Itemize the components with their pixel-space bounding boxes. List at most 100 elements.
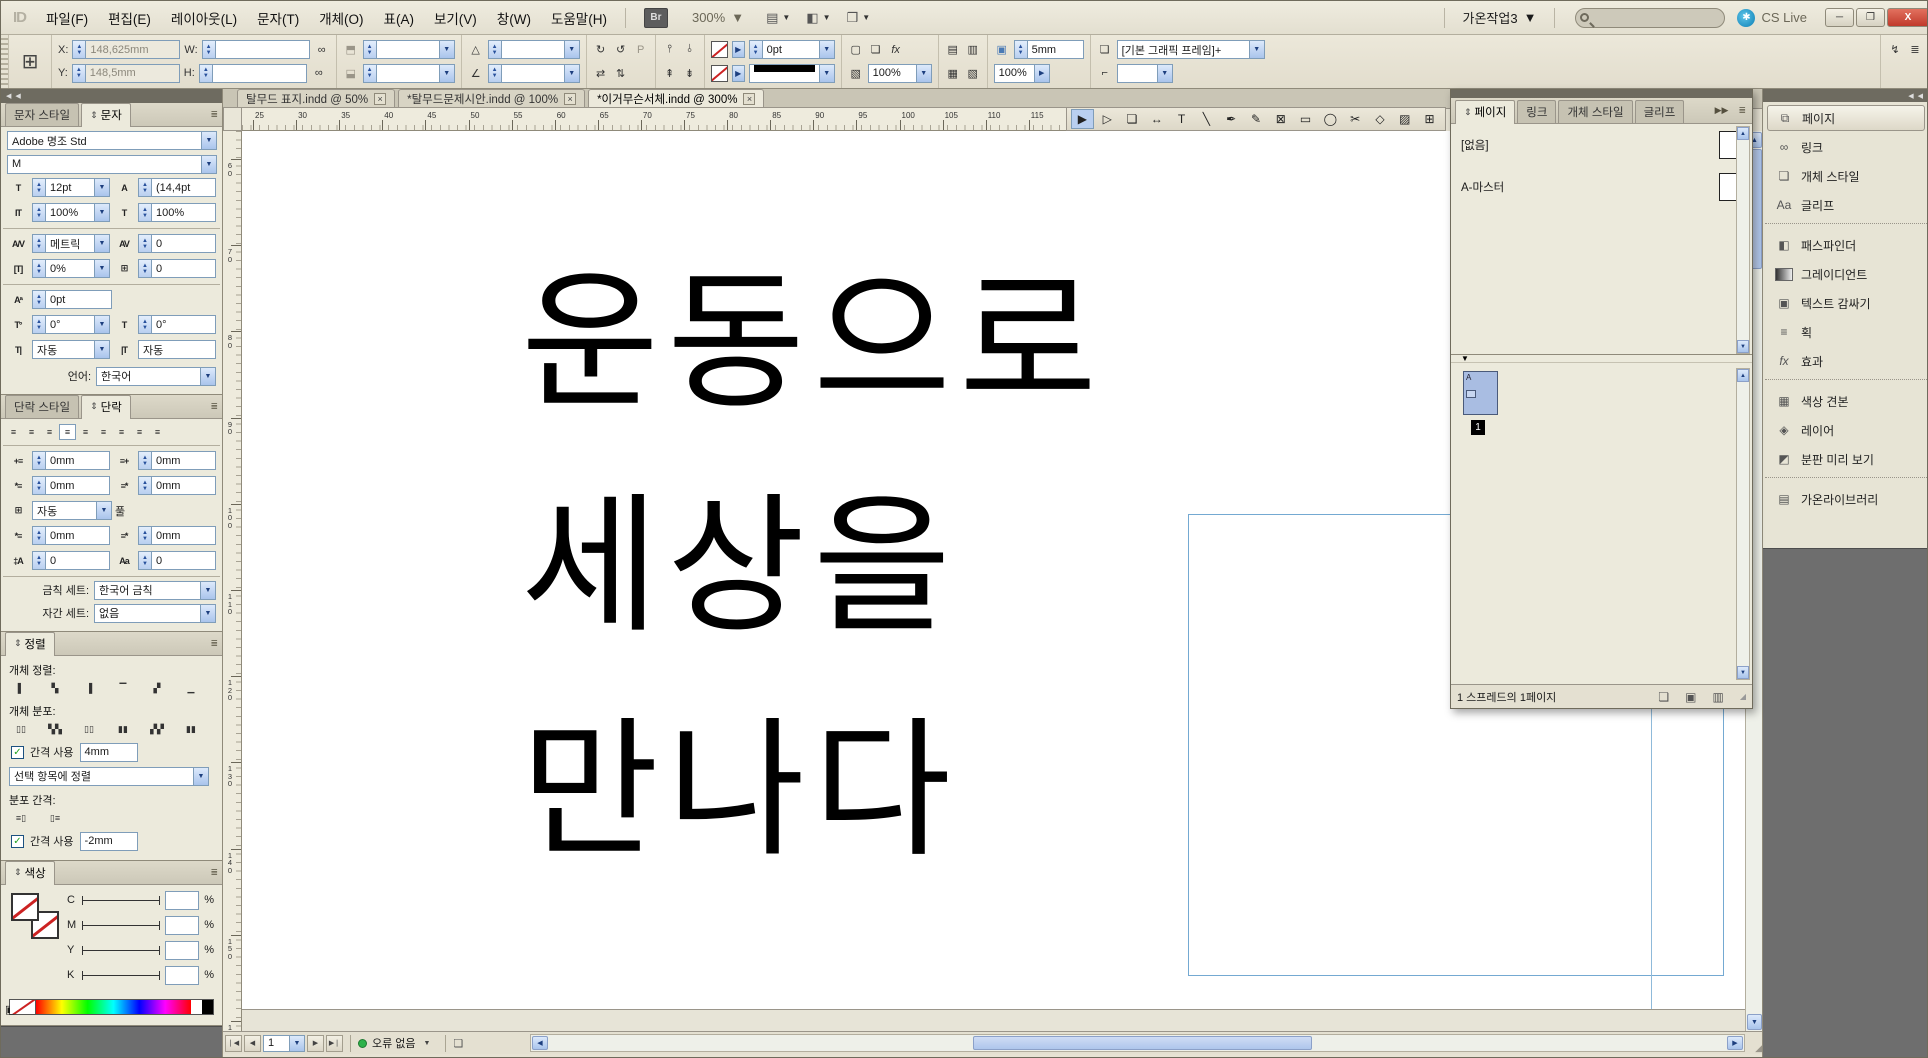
select-previous-button[interactable]: ⇞ [662, 65, 678, 81]
distribute-object-button-0[interactable]: ▯▯ [11, 721, 31, 738]
x-position-field[interactable]: ▲▼ 148,625mm [72, 40, 180, 59]
character-rotation-field[interactable]: ▲▼0°▼ [32, 315, 110, 334]
workspace-switcher[interactable]: 가온작업3 ▼ [1453, 8, 1547, 27]
first-line-indent-field[interactable]: ▲▼0mm [32, 476, 110, 495]
scroll-right-button[interactable]: ▶ [1727, 1036, 1743, 1050]
spinner[interactable]: ▲▼ [139, 316, 152, 333]
new-spread-button[interactable]: ❏ [1658, 690, 1669, 704]
pencil-tool[interactable]: ✎ [1245, 109, 1268, 129]
aki-before-field[interactable]: 자동▼ [32, 340, 110, 359]
tracking-field[interactable]: ▲▼0 [138, 234, 216, 253]
channel-slider[interactable] [82, 895, 160, 906]
paragraph-align-button-6[interactable]: ≡ [113, 424, 130, 440]
spinner[interactable]: ▲▼ [33, 179, 46, 196]
scale-x-combo[interactable]: ▲▼▼ [363, 40, 455, 59]
distribute-object-button-2[interactable]: ▯▯ [79, 721, 99, 738]
restore-button[interactable]: ❐ [1856, 8, 1885, 27]
aki-after-field[interactable]: 자동 [138, 340, 216, 359]
document-tab[interactable]: *이거무슨서체.indd @ 300%× [588, 89, 764, 108]
master-row[interactable]: A-마스터 [1451, 166, 1752, 208]
kerning-field[interactable]: ▲▼메트릭▼ [32, 234, 110, 253]
align-object-button-5[interactable]: ▁ [181, 680, 201, 697]
close-icon[interactable]: × [564, 93, 576, 105]
gap-tool[interactable]: ↔ [1145, 109, 1168, 129]
spinner[interactable]: ▲▼ [33, 552, 46, 569]
spinner[interactable]: ▲▼ [33, 260, 46, 277]
dock-item-separations-preview[interactable]: ◩분판 미리 보기 [1767, 446, 1925, 472]
flip-horizontal-button[interactable]: ⇄ [593, 65, 609, 81]
color-spectrum-bar[interactable] [9, 999, 214, 1015]
dock-item-pathfinder[interactable]: ◧패스파인더 [1767, 232, 1925, 258]
scroll-down-button[interactable]: ▼ [1737, 340, 1749, 353]
rotation-angle-combo[interactable]: ▲▼▼ [488, 40, 580, 59]
preflight-status-text[interactable]: 오류 없음 [372, 1035, 416, 1051]
control-panel-menu-icon[interactable]: ≣ [1907, 42, 1923, 58]
spinner[interactable]: ▲▼ [33, 204, 46, 221]
arrange-documents-combo[interactable]: ❒ ▼ [847, 10, 871, 26]
no-text-wrap-button[interactable]: ▤ [945, 42, 961, 58]
selection-tool[interactable]: ▶ [1071, 109, 1094, 129]
select-next-button[interactable]: ⇟ [682, 65, 698, 81]
view-options-combo[interactable]: ▤ ▼ [766, 10, 790, 26]
drop-cap-lines-field[interactable]: ▲▼0 [32, 551, 110, 570]
spinner[interactable]: ▲▼ [33, 477, 46, 494]
headline-text-frame[interactable]: 운동으로 세상을 만나다 [521, 231, 1241, 903]
paragraph-align-button-5[interactable]: ≡ [95, 424, 112, 440]
next-page-button[interactable]: ▶ [307, 1035, 324, 1052]
constrain-proportions-icon[interactable]: ∞ [311, 65, 327, 81]
type-tool[interactable]: T [1170, 109, 1193, 129]
dock-item-effects[interactable]: fx효과 [1767, 348, 1925, 374]
font-family-combo[interactable]: Adobe 명조 Std ▼ [7, 131, 217, 150]
tab-align[interactable]: ⇕ 정렬 [5, 632, 55, 656]
grid-jidori-field[interactable]: ▲▼0 [138, 259, 216, 278]
channel-value-field[interactable] [165, 891, 199, 910]
menu-item[interactable]: 레이아웃(L) [161, 5, 247, 31]
effects-button[interactable]: fx [888, 42, 904, 58]
space-after-field[interactable]: ▲▼0mm [138, 526, 216, 545]
masters-scrollbar[interactable]: ▲ ▼ [1736, 126, 1750, 354]
spinner[interactable]: ▲▼ [203, 41, 216, 58]
align-object-button-1[interactable]: ▚ [45, 680, 65, 697]
scale-y-combo[interactable]: ▲▼▼ [363, 64, 455, 83]
height-field[interactable]: ▲▼ [199, 64, 307, 83]
gradient-tool[interactable]: ▨ [1393, 109, 1416, 129]
new-page-button[interactable]: ▣ [1685, 690, 1696, 704]
space-before-field[interactable]: ▲▼0mm [32, 526, 110, 545]
minimize-button[interactable]: ─ [1825, 8, 1854, 27]
flip-vertical-button[interactable]: ⇅ [613, 65, 629, 81]
channel-slider[interactable] [82, 970, 160, 981]
horizontal-ruler[interactable]: 2530354045505560657075808590951001051101… [242, 107, 1066, 131]
object-style-combo[interactable]: [기본 그래픽 프레임]+ ▼ [1117, 40, 1265, 59]
dock-item-text-wrap[interactable]: ▣텍스트 감싸기 [1767, 290, 1925, 316]
horizontal-scroll-thumb[interactable] [973, 1036, 1312, 1050]
dock-item-glyphs[interactable]: Aa글리프 [1767, 192, 1925, 218]
menu-item[interactable]: 문자(T) [247, 5, 309, 31]
spectrum-gradient[interactable] [36, 1000, 191, 1014]
dock-item-gradient[interactable]: 그레이디언트 [1767, 261, 1925, 287]
stroke-weight-combo[interactable]: ▲▼ 0pt ▼ [749, 40, 835, 59]
mojikumi-set-combo[interactable]: 없음 ▼ [94, 604, 216, 623]
chevron-down-icon[interactable]: ▼ [94, 204, 109, 221]
panel-menu-icon[interactable]: ≣ [210, 109, 218, 120]
reference-point-proxy[interactable]: ⊞ [15, 49, 45, 74]
master-row[interactable]: [없음] [1451, 124, 1752, 166]
select-content-button[interactable]: ⫰ [682, 42, 698, 58]
spinner[interactable]: ▲▼ [33, 316, 46, 333]
width-field[interactable]: ▲▼ [202, 40, 310, 59]
pages-panel-tab-2[interactable]: 개체 스타일 [1558, 100, 1632, 123]
chevron-down-icon[interactable]: ▼ [94, 260, 109, 277]
spinner[interactable]: ▲▼ [33, 452, 46, 469]
shear-angle-combo[interactable]: ▲▼▼ [488, 64, 580, 83]
baseline-shift-field[interactable]: ▲▼0pt [32, 290, 112, 309]
page-number-badge[interactable]: 1 [1471, 420, 1485, 435]
fill-swatch[interactable] [11, 893, 39, 921]
paragraph-align-button-4[interactable]: ≡ [77, 424, 94, 440]
spinner[interactable]: ▲▼ [139, 452, 152, 469]
select-container-button[interactable]: ⫯ [662, 42, 678, 58]
chevron-down-icon[interactable]: ▼ [94, 179, 109, 196]
white-black-swatches[interactable] [191, 1000, 213, 1014]
page-number-combo[interactable]: 1 ▼ [263, 1035, 305, 1052]
right-indent-field[interactable]: ▲▼0mm [138, 451, 216, 470]
channel-slider[interactable] [82, 945, 160, 956]
spinner[interactable]: ▲▼ [139, 260, 152, 277]
